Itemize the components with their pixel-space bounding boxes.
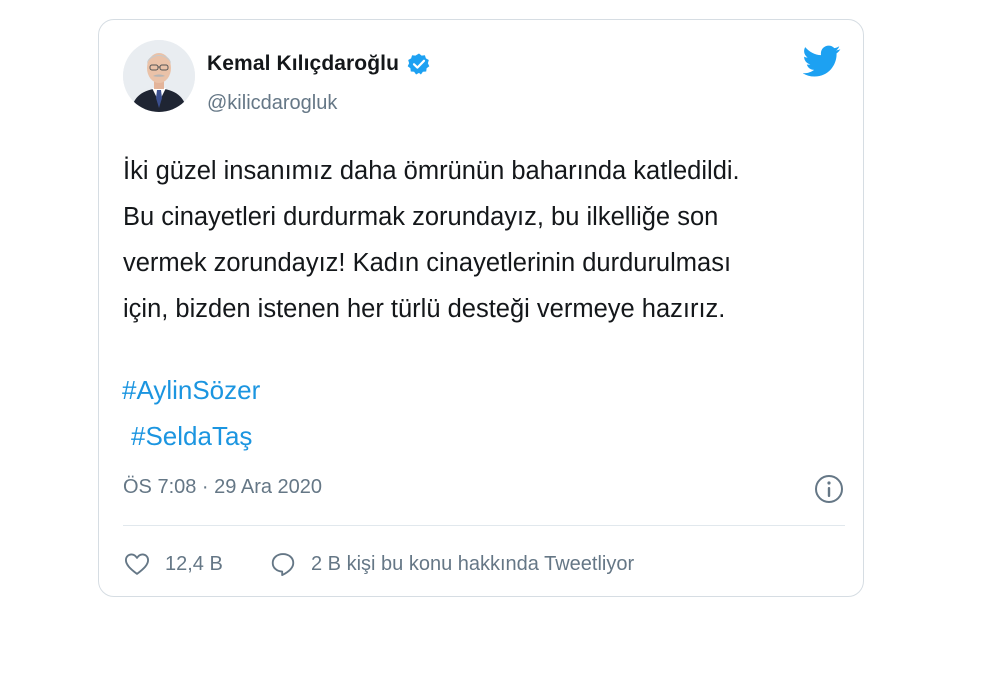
tweet-card: Kemal Kılıçdaroğlu @kilicdarogluk İki gü… <box>98 19 864 597</box>
divider <box>123 525 845 526</box>
like-count: 12,4 B <box>165 552 223 575</box>
twitter-bird-icon[interactable] <box>803 42 841 80</box>
hashtag-link[interactable]: #AylinSözer <box>122 375 260 406</box>
tweet-timestamp[interactable]: ÖS 7:08 · 29 Ara 2020 <box>123 476 322 499</box>
heart-icon <box>124 553 150 575</box>
author-name-row[interactable]: Kemal Kılıçdaroğlu <box>207 52 431 76</box>
author-avatar[interactable] <box>123 40 195 112</box>
reply-bubble-icon <box>271 553 295 577</box>
author-handle[interactable]: @kilicdarogluk <box>207 92 337 115</box>
conversation-button[interactable]: 2 B kişi bu konu hakkında Tweetliyor <box>269 550 634 578</box>
info-icon[interactable] <box>813 473 845 505</box>
conversation-text: 2 B kişi bu konu hakkında Tweetliyor <box>311 552 635 575</box>
verified-badge-icon <box>407 53 430 75</box>
avatar-portrait <box>123 40 195 112</box>
author-name[interactable]: Kemal Kılıçdaroğlu <box>207 52 399 76</box>
hashtag-link[interactable]: #SeldaTaş <box>131 421 252 452</box>
tweet-text-line: İki güzel insanımız daha ömrünün baharın… <box>123 157 740 185</box>
tweet-text-line: vermek zorundayız! Kadın cinayetlerinin … <box>123 249 732 277</box>
tweet-text-line: Bu cinayetleri durdurmak zorundayız, bu … <box>123 203 719 231</box>
like-button[interactable]: 12,4 B <box>123 550 223 578</box>
tweet-text-line: için, bizden istenen her türlü desteği v… <box>123 295 726 323</box>
tweet-text: İki güzel insanımız daha ömrünün baharın… <box>123 148 843 332</box>
